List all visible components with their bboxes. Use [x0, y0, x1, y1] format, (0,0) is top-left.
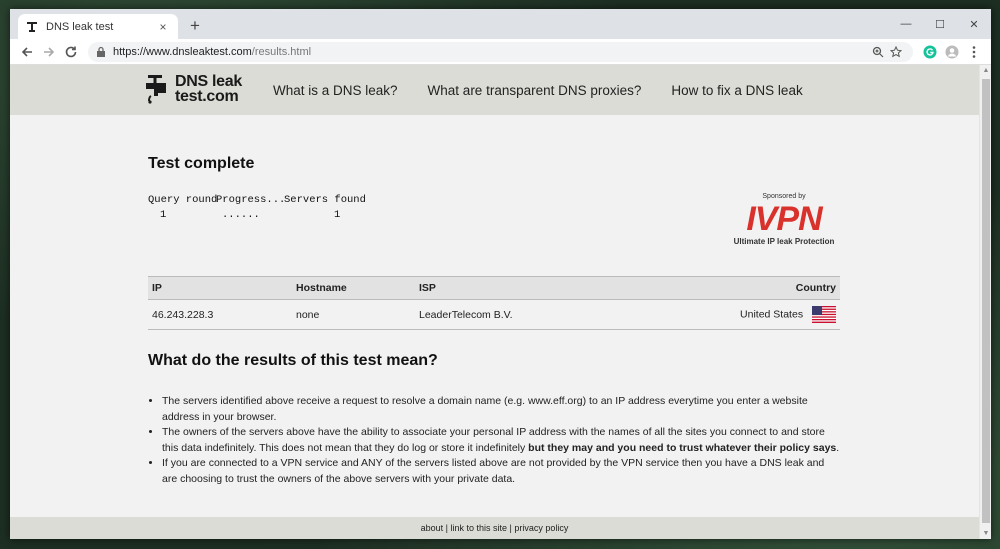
- cell-ip: 46.243.228.3: [148, 299, 292, 330]
- page-scrollbar[interactable]: ▲ ▼: [979, 65, 991, 539]
- minimize-button[interactable]: —: [889, 9, 923, 39]
- us-flag-icon: [812, 306, 836, 323]
- progress-header-progress: Progress...: [216, 194, 286, 206]
- reload-button[interactable]: [60, 41, 82, 63]
- logo-line-1: DNS leak: [175, 73, 242, 90]
- progress-value-servers: 1: [334, 209, 341, 221]
- scroll-up-icon[interactable]: ▲: [980, 67, 991, 74]
- table-row: 46.243.228.3 none LeaderTelecom B.V. Uni…: [148, 299, 840, 330]
- col-ip: IP: [148, 276, 292, 300]
- window-controls: — ☐ ✕: [889, 9, 991, 39]
- explanation-list: The servers identified above receive a r…: [148, 394, 840, 487]
- progress-header-servers: Servers found: [284, 194, 366, 206]
- tab-close-icon[interactable]: ×: [156, 20, 170, 34]
- main-content: Test complete Query round Progress... Se…: [148, 115, 840, 487]
- cell-hostname: none: [292, 299, 415, 330]
- grammarly-extension-icon[interactable]: [919, 41, 941, 63]
- back-arrow-icon: [21, 46, 32, 57]
- browser-window: DNS leak test × + — ☐ ✕ https://www.dnsl…: [10, 9, 991, 539]
- dns-results-table: IP Hostname ISP Country 46.243.228.3 non…: [148, 276, 840, 330]
- close-window-button[interactable]: ✕: [957, 9, 991, 39]
- cell-isp: LeaderTelecom B.V.: [415, 299, 626, 330]
- progress-section: Query round Progress... Servers found 1 …: [148, 193, 840, 273]
- bookmark-star-icon[interactable]: [887, 45, 905, 58]
- cell-country: United States: [625, 299, 840, 330]
- sponsor-tagline: Ultimate IP leak Protection: [733, 237, 835, 246]
- page-title: Test complete: [148, 155, 255, 172]
- nav-what-is-dns-leak[interactable]: What is a DNS leak?: [273, 83, 398, 98]
- logo-line-2: test.com: [175, 88, 239, 105]
- profile-avatar-icon[interactable]: [941, 41, 963, 63]
- zoom-icon[interactable]: [869, 46, 887, 58]
- url-path: /results.html: [251, 45, 312, 58]
- url-host: https://www.dnsleaktest.com: [113, 45, 252, 58]
- results-meaning-title: What do the results of this test mean?: [148, 352, 438, 369]
- logo-text: DNS leak test.com: [175, 73, 242, 105]
- list-item: If you are connected to a VPN service an…: [162, 456, 840, 487]
- browser-tab[interactable]: DNS leak test ×: [18, 14, 178, 39]
- maximize-button[interactable]: ☐: [923, 9, 957, 39]
- col-hostname: Hostname: [292, 276, 415, 300]
- page-viewport: DNS leak test.com What is a DNS leak? Wh…: [10, 65, 991, 539]
- sponsor-banner[interactable]: Sponsored by IVPN Ultimate IP leak Prote…: [728, 193, 840, 246]
- footer-about-link[interactable]: about: [421, 523, 444, 533]
- browser-menu-icon[interactable]: [963, 41, 985, 63]
- nav-how-to-fix[interactable]: How to fix a DNS leak: [671, 83, 802, 98]
- explain-bold-2: but they may and you need to trust whate…: [528, 441, 837, 454]
- faucet-logo-icon: [146, 75, 166, 104]
- scroll-down-icon[interactable]: ▼: [980, 530, 991, 537]
- address-bar[interactable]: https://www.dnsleaktest.com /results.htm…: [88, 41, 913, 62]
- col-country: Country: [625, 276, 840, 300]
- site-header: DNS leak test.com What is a DNS leak? Wh…: [10, 65, 979, 115]
- progress-value-progress: ......: [222, 209, 260, 221]
- forward-button[interactable]: [38, 41, 60, 63]
- tab-strip: DNS leak test × + — ☐ ✕: [10, 9, 991, 39]
- explain-text-1: The servers identified above receive a r…: [162, 395, 808, 423]
- list-item: The owners of the servers above have the…: [162, 425, 840, 456]
- site-logo[interactable]: DNS leak test.com: [144, 73, 242, 105]
- reload-icon: [65, 46, 77, 57]
- col-isp: ISP: [415, 276, 626, 300]
- browser-toolbar: https://www.dnsleaktest.com /results.htm…: [10, 39, 991, 65]
- footer-link-to-site[interactable]: link to this site: [450, 523, 507, 533]
- footer-privacy-link[interactable]: privacy policy: [514, 523, 568, 533]
- nav-transparent-dns-proxies[interactable]: What are transparent DNS proxies?: [428, 83, 642, 98]
- tab-title: DNS leak test: [46, 20, 114, 33]
- progress-header-round: Query round: [148, 194, 218, 206]
- list-item: The servers identified above receive a r…: [162, 394, 840, 425]
- scrollbar-thumb[interactable]: [982, 79, 990, 523]
- progress-value-round: 1: [160, 209, 167, 221]
- dnsleaktest-favicon-icon: [26, 21, 38, 33]
- table-header-row: IP Hostname ISP Country: [148, 276, 840, 300]
- country-name: United States: [740, 308, 804, 321]
- explain-text-3: If you are connected to a VPN service an…: [162, 457, 825, 485]
- back-button[interactable]: [16, 41, 38, 63]
- forward-arrow-icon: [44, 46, 55, 57]
- explain-tail-2: .: [836, 441, 840, 454]
- ivpn-logo: IVPN: [746, 200, 822, 238]
- sponsor-label: Sponsored by: [762, 193, 806, 200]
- site-footer: about | link to this site | privacy poli…: [10, 517, 979, 539]
- lock-icon: [96, 46, 108, 57]
- new-tab-button[interactable]: +: [186, 16, 204, 36]
- main-nav: What is a DNS leak? What are transparent…: [273, 65, 833, 115]
